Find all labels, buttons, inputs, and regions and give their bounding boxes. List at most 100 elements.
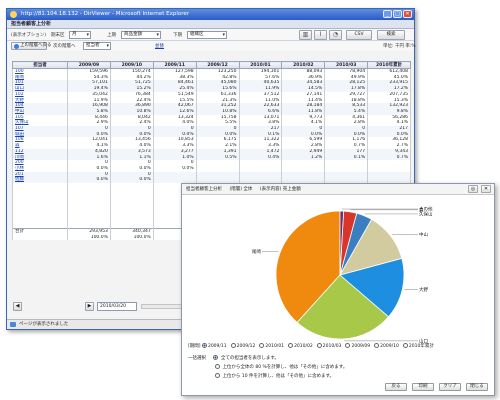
page-title: 担当者顧客上分析 bbox=[7, 20, 414, 29]
filter-row-count[interactable]: 上位から 10 件を計算し、他は「その他」に含めます。 bbox=[188, 372, 388, 381]
column-header[interactable]: 2010/01 bbox=[238, 61, 283, 69]
period-selector: [期間] 2009/11 2009/12 2010/01 2010/02 2010/03… bbox=[188, 343, 488, 352]
chart-header-level: (階層) 全体 bbox=[229, 187, 253, 192]
threshold-label: 一括選択 bbox=[188, 356, 206, 361]
period-option-label: 2009/11 bbox=[207, 344, 227, 349]
period-option-label: 2009/09 bbox=[351, 344, 371, 349]
unit-note: 単位: 千円 率:% bbox=[383, 44, 416, 49]
column-header[interactable]: 2010/03 bbox=[324, 61, 369, 69]
back-button-label: 上の階層へ戻る bbox=[20, 43, 52, 48]
table-header-row: 担当者 2009/09 2009/10 2009/11 2009/12 2010/01 20… bbox=[12, 61, 411, 69]
column-header[interactable]: 担当者 bbox=[12, 61, 68, 69]
column-header[interactable]: 2009/09 bbox=[67, 61, 111, 69]
radio-button[interactable] bbox=[316, 343, 322, 348]
filter-options: 一括選択 全ての担当者を表示します。 上位から全体の 80 %を計算し、他は「そ… bbox=[188, 354, 388, 381]
table-cell: 100.0% bbox=[67, 234, 111, 241]
sort-link[interactable]: 並替 bbox=[155, 43, 164, 49]
period-option-label: 2009/12 bbox=[236, 344, 256, 349]
period-option-label: 2010/03 bbox=[322, 344, 342, 349]
filter-option-label: 上位から全体の 80 %を計算し、他は「その他」に含めます。 bbox=[222, 365, 348, 370]
filter-row-all[interactable]: 一括選択 全ての担当者を表示します。 bbox=[188, 354, 388, 363]
column-header[interactable]: 2009/11 bbox=[152, 61, 197, 69]
window-titlebar[interactable]: http://81.104.18.132 - DirViewer - Micro… bbox=[7, 9, 414, 20]
period-option-label: 2010/02 bbox=[294, 344, 313, 349]
radio-button[interactable] bbox=[215, 364, 220, 369]
slice-label: その他 bbox=[419, 206, 433, 213]
filter-option-label: 全ての担当者を表示します。 bbox=[220, 356, 279, 361]
back-chart-button[interactable]: 戻る bbox=[385, 383, 407, 391]
unit-label: 期末区 bbox=[51, 33, 65, 38]
span-select[interactable]: 商品金額 bbox=[121, 31, 161, 39]
period-option-label: 2010年累計 bbox=[408, 344, 434, 349]
settings-icon[interactable]: ◎ bbox=[468, 185, 478, 193]
column-header[interactable]: 2010年累計 bbox=[367, 61, 411, 69]
chart-button-bar: 戻る 印刷 クリア 閉じる bbox=[385, 383, 488, 391]
radio-button[interactable] bbox=[374, 343, 380, 348]
period-option[interactable]: 2010/03 bbox=[316, 343, 342, 349]
window-title: http://81.104.18.132 - DirViewer - Micro… bbox=[21, 11, 190, 17]
status-text: ページが表示されました bbox=[19, 322, 69, 327]
column-header[interactable]: 2010/02 bbox=[281, 61, 326, 69]
radio-button[interactable] bbox=[288, 343, 294, 348]
column-header[interactable]: 2009/10 bbox=[109, 61, 154, 69]
options-label: (表示オプション) bbox=[11, 33, 47, 38]
radio-button[interactable] bbox=[201, 343, 207, 348]
group-select[interactable]: 担当者 bbox=[83, 42, 111, 50]
pie-chart-icon[interactable]: ◔ bbox=[329, 30, 342, 40]
chart-header: 担当者顧客上分析 (階層) 全体 (表示内容) 売上金額 ◎ ✕ bbox=[182, 184, 494, 195]
chart-header-content: (表示内容) 売上金額 bbox=[259, 187, 301, 192]
period-option-label: 2010/01 bbox=[265, 344, 285, 349]
radio-button[interactable] bbox=[345, 343, 351, 348]
slice-label: 尾崎 bbox=[252, 248, 261, 255]
period-option[interactable]: 2010年累計 bbox=[402, 343, 434, 349]
period-option[interactable]: 2009/09 bbox=[345, 343, 370, 349]
filter-select[interactable]: 組織区 bbox=[187, 31, 227, 39]
chart-header-title: 担当者顧客上分析 bbox=[186, 187, 222, 192]
next-button[interactable]: ▶ bbox=[85, 302, 94, 311]
page-icon bbox=[10, 322, 16, 327]
radio-button[interactable] bbox=[213, 355, 219, 360]
slice-label: 大野 bbox=[419, 286, 428, 293]
line-chart-icon[interactable]: ⌇ bbox=[314, 30, 327, 40]
pie-chart-window: 担当者顧客上分析 (階層) 全体 (表示内容) 売上金額 ◎ ✕ 尾崎 山口 大野中… bbox=[181, 183, 495, 396]
bar-chart-icon[interactable]: ▥ bbox=[299, 30, 312, 40]
close-icon[interactable]: ✕ bbox=[481, 185, 491, 193]
group-label: 次の階層へ bbox=[53, 44, 76, 49]
period-option-label: 2009/10 bbox=[380, 344, 399, 349]
filter-option-label: 上位から 10 件を計算し、他は「その他」に含めます。 bbox=[222, 374, 335, 379]
clear-button[interactable]: クリア bbox=[439, 383, 461, 391]
period-label: [期間] bbox=[188, 344, 201, 349]
radio-button[interactable] bbox=[259, 343, 265, 348]
options-toolbar: (表示オプション) 期末区 月 上期 商品金額 下期 組織区 ▥ ⌇ ◔ CSV… bbox=[7, 29, 414, 41]
period-option[interactable]: 2009/10 bbox=[374, 343, 399, 349]
table-cell: 100.0% bbox=[109, 234, 154, 241]
radio-button[interactable] bbox=[230, 343, 236, 348]
search-button[interactable]: 検索 bbox=[377, 30, 405, 40]
radio-button[interactable] bbox=[402, 343, 408, 348]
period-option[interactable]: 2010/02 bbox=[288, 343, 313, 349]
filter-row-percent[interactable]: 上位から全体の 80 %を計算し、他は「その他」に含めます。 bbox=[188, 363, 388, 372]
csv-button[interactable]: CSV bbox=[346, 30, 372, 40]
unit-select[interactable]: 月 bbox=[69, 31, 91, 39]
period-option[interactable]: 2010/01 bbox=[259, 343, 284, 349]
print-button[interactable]: 印刷 bbox=[412, 383, 434, 391]
row-label[interactable] bbox=[12, 234, 68, 241]
back-button[interactable]: 上の階層へ戻る bbox=[11, 42, 52, 50]
prev-button[interactable]: ◀ bbox=[13, 302, 22, 311]
slice-label: 中山 bbox=[419, 231, 428, 238]
minimize-button[interactable]: _ bbox=[383, 10, 392, 18]
column-header[interactable]: 2009/12 bbox=[195, 61, 240, 69]
close-button[interactable]: ✕ bbox=[403, 10, 412, 18]
close-chart-button[interactable]: 閉じる bbox=[466, 383, 488, 391]
date-field[interactable]: 2010/03/20 bbox=[97, 302, 137, 311]
navigation-toolbar: 上の階層へ戻る 次の階層へ 担当者 並替 単位: 千円 率:% bbox=[7, 41, 416, 51]
ie-icon bbox=[10, 11, 17, 18]
radio-button[interactable] bbox=[215, 373, 220, 378]
span-label: 上期 bbox=[107, 33, 116, 38]
filter-label: 下期 bbox=[173, 33, 182, 38]
period-option[interactable]: 2009/11 bbox=[201, 343, 227, 349]
period-option[interactable]: 2009/12 bbox=[230, 343, 256, 349]
back-arrow-icon bbox=[14, 44, 19, 49]
pie-chart: 尾崎山口大野中山久保山森その他 bbox=[252, 206, 433, 345]
maximize-button[interactable]: □ bbox=[393, 10, 402, 18]
